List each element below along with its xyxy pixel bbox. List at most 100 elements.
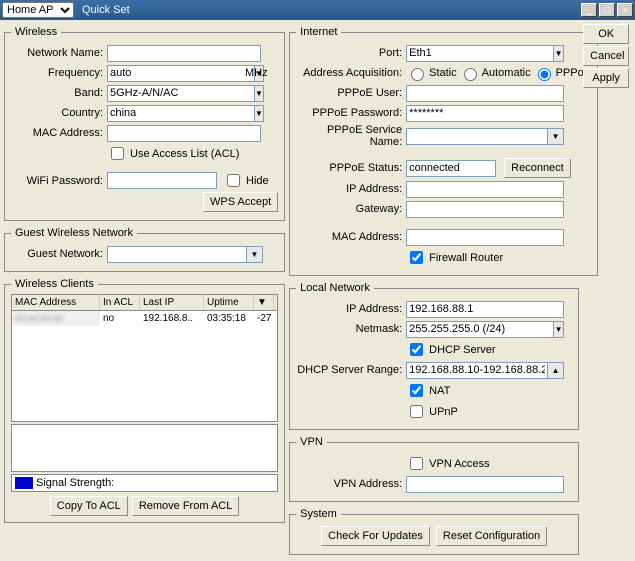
upnp-checkbox[interactable]: UPnP — [406, 402, 458, 421]
inet-gw-value — [406, 201, 564, 218]
dropdown-icon[interactable]: ▼ — [554, 45, 564, 62]
minimize-icon[interactable]: _ — [581, 3, 597, 17]
dropdown-icon[interactable]: ▼ — [255, 105, 264, 122]
guest-name-input[interactable] — [107, 246, 247, 263]
cell-ip: 192.168.8.. — [140, 311, 204, 326]
local-group: Local Network IP Address: Netmask: ▼ DHC… — [289, 282, 579, 430]
mac-label: MAC Address: — [11, 127, 107, 139]
maximize-icon[interactable]: □ — [599, 3, 615, 17]
use-acl-checkbox[interactable]: Use Access List (ACL) — [107, 144, 239, 163]
inet-gw-label: Gateway: — [296, 203, 406, 215]
band-label: Band: — [11, 87, 107, 99]
detail-textarea[interactable] — [11, 424, 278, 472]
wifi-pw-label: WiFi Password: — [11, 175, 107, 187]
acq-label: Address Acquisition: — [296, 67, 406, 79]
check-updates-button[interactable]: Check For Updates — [321, 526, 430, 546]
cell-mac: xx:xx:xx:xx — [12, 311, 100, 326]
cell-acl: no — [100, 311, 140, 326]
pppoe-pw-input[interactable] — [406, 105, 564, 122]
radio-automatic[interactable]: Automatic — [459, 65, 531, 81]
band-input[interactable] — [107, 85, 255, 102]
mhz-label: MHz — [245, 67, 268, 79]
clients-legend: Wireless Clients — [11, 278, 98, 290]
vpn-access-checkbox[interactable]: VPN Access — [406, 454, 490, 473]
local-ip-label: IP Address: — [296, 303, 406, 315]
vpn-legend: VPN — [296, 436, 327, 448]
signal-label: Signal Strength: — [36, 477, 114, 489]
th-sig[interactable]: ▼ — [254, 295, 274, 310]
ok-button[interactable]: OK — [583, 24, 629, 44]
guest-name-label: Guest Network: — [11, 248, 107, 260]
pppoe-user-label: PPPoE User: — [296, 87, 406, 99]
network-name-label: Network Name: — [11, 47, 107, 59]
up-icon[interactable]: ▲ — [548, 362, 564, 379]
wifi-pw-input[interactable] — [107, 172, 217, 189]
frequency-label: Frequency: — [11, 67, 107, 79]
dropdown-icon[interactable]: ▼ — [255, 85, 264, 102]
th-ip[interactable]: Last IP — [140, 295, 204, 310]
network-name-input[interactable] — [107, 45, 261, 62]
netmask-input[interactable] — [406, 321, 554, 338]
local-ip-input[interactable] — [406, 301, 564, 318]
remove-acl-button[interactable]: Remove From ACL — [132, 496, 240, 516]
vpn-addr-value — [406, 476, 564, 493]
radio-static[interactable]: Static — [406, 65, 457, 81]
guest-legend: Guest Wireless Network — [11, 227, 137, 239]
hide-checkbox[interactable]: Hide — [223, 171, 269, 190]
pppoe-user-input[interactable] — [406, 85, 564, 102]
dhcp-range-label: DHCP Server Range: — [296, 364, 406, 376]
country-label: Country: — [11, 107, 107, 119]
mode-select[interactable]: Home AP — [2, 2, 74, 18]
dhcp-checkbox[interactable]: DHCP Server — [406, 340, 495, 359]
country-input[interactable] — [107, 105, 255, 122]
th-uptime[interactable]: Uptime — [204, 295, 254, 310]
dhcp-range-input[interactable] — [406, 362, 548, 379]
cancel-button[interactable]: Cancel — [583, 46, 629, 66]
dropdown-icon[interactable]: ▼ — [247, 246, 263, 263]
pppoe-pw-label: PPPoE Password: — [296, 107, 406, 119]
signal-block — [15, 477, 33, 489]
cell-uptime: 03:35:18 — [204, 311, 254, 326]
th-acl[interactable]: In ACL — [100, 295, 140, 310]
close-icon[interactable]: × — [617, 3, 633, 17]
internet-legend: Internet — [296, 26, 341, 38]
clients-group: Wireless Clients MAC Address In ACL Last… — [4, 278, 285, 523]
wps-button[interactable]: WPS Accept — [203, 192, 278, 212]
vpn-group: VPN VPN Access VPN Address: — [289, 436, 579, 502]
cell-sig: -27 — [254, 311, 274, 326]
wireless-legend: Wireless — [11, 26, 61, 38]
inet-mac-label: MAC Address: — [296, 231, 406, 243]
frequency-input[interactable] — [107, 65, 255, 82]
nat-checkbox[interactable]: NAT — [406, 381, 450, 400]
dropdown-icon[interactable]: ▼ — [548, 128, 564, 145]
inet-ip-label: IP Address: — [296, 183, 406, 195]
copy-acl-button[interactable]: Copy To ACL — [50, 496, 128, 516]
internet-group: Internet Port: ▼ Address Acquisition: St… — [289, 26, 598, 276]
reset-config-button[interactable]: Reset Configuration — [436, 526, 547, 546]
inet-ip-value — [406, 181, 564, 198]
vpn-addr-label: VPN Address: — [296, 478, 406, 490]
table-row[interactable]: xx:xx:xx:xx no 192.168.8.. 03:35:18 -27 — [12, 311, 277, 326]
port-input[interactable] — [406, 45, 554, 62]
window-title: Quick Set — [82, 4, 581, 16]
guest-group: Guest Wireless Network Guest Network: ▼ — [4, 227, 285, 272]
local-legend: Local Network — [296, 282, 374, 294]
apply-button[interactable]: Apply — [583, 68, 629, 88]
th-mac[interactable]: MAC Address — [12, 295, 100, 310]
pppoe-svc-label: PPPoE Service Name: — [296, 124, 406, 148]
clients-table[interactable]: MAC Address In ACL Last IP Uptime ▼ xx:x… — [11, 294, 278, 422]
reconnect-button[interactable]: Reconnect — [504, 158, 571, 178]
titlebar: Home AP Quick Set _ □ × — [0, 0, 635, 20]
port-label: Port: — [296, 47, 406, 59]
signal-strength-bar: Signal Strength: — [11, 474, 278, 492]
netmask-label: Netmask: — [296, 323, 406, 335]
system-legend: System — [296, 508, 341, 520]
dropdown-icon[interactable]: ▼ — [554, 321, 564, 338]
inet-mac-input[interactable] — [406, 229, 564, 246]
pppoe-svc-input[interactable] — [406, 128, 548, 145]
pppoe-status-value — [406, 160, 496, 177]
firewall-checkbox[interactable]: Firewall Router — [406, 248, 503, 267]
wireless-group: Wireless Network Name: Frequency: ▼ MHz … — [4, 26, 285, 221]
mac-input[interactable] — [107, 125, 261, 142]
pppoe-status-label: PPPoE Status: — [296, 162, 406, 174]
